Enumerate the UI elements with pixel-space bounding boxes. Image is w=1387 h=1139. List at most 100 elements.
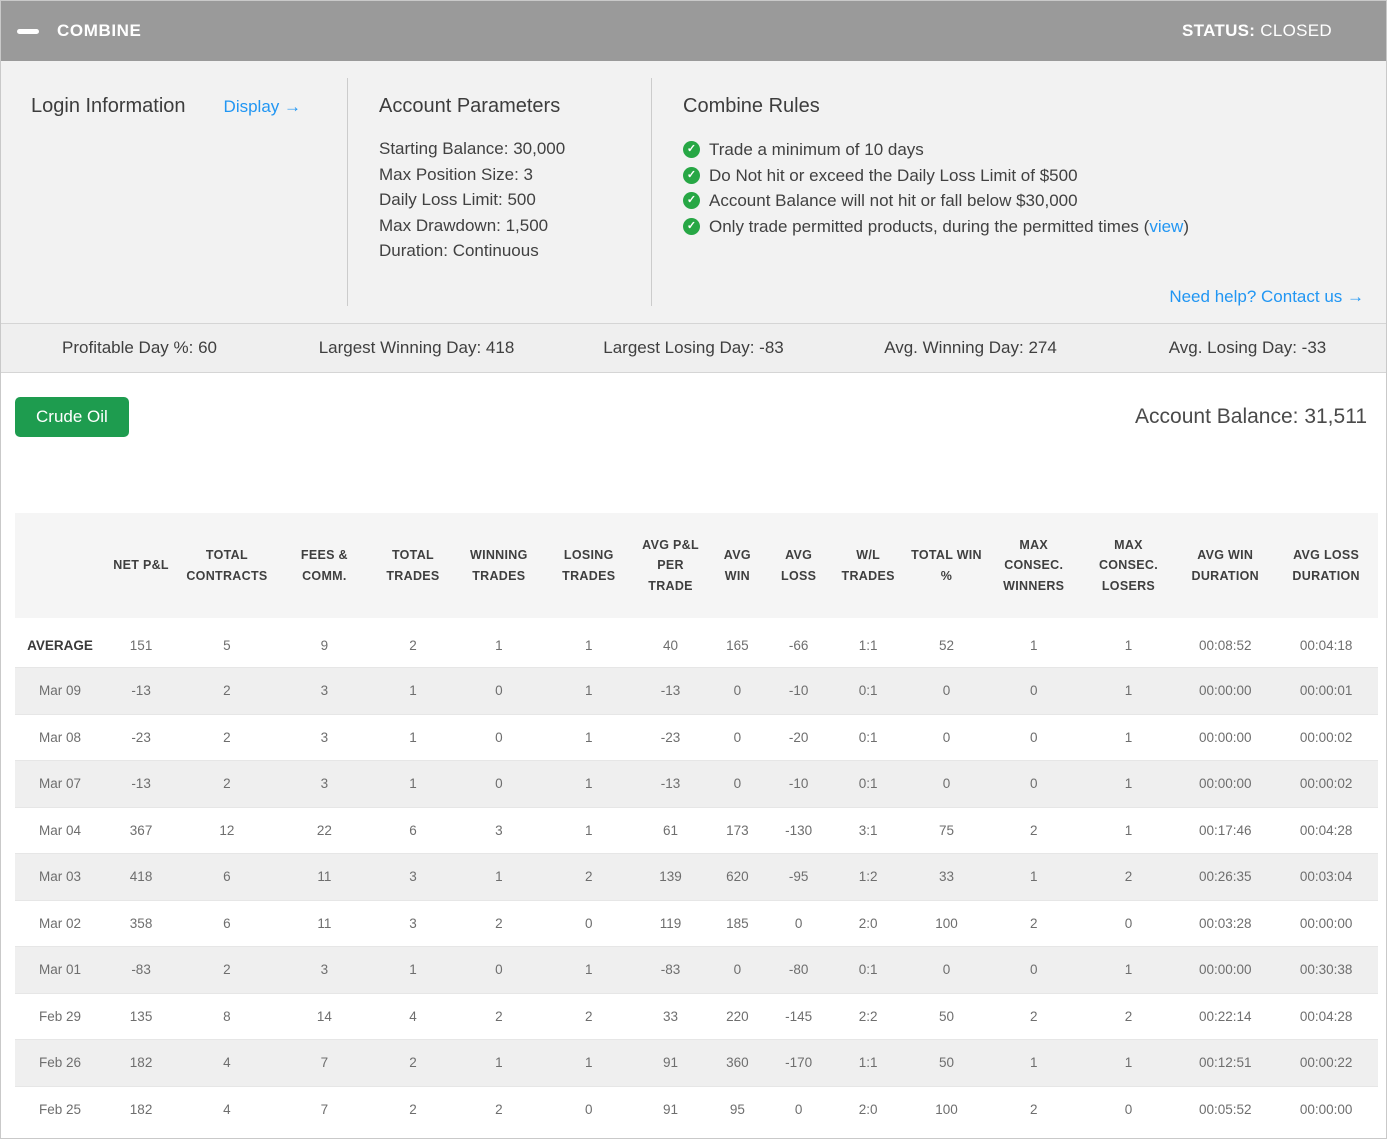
table-cell: 9: [320, 638, 329, 653]
rule-item: Trade a minimum of 10 days: [683, 137, 1386, 163]
row-label: Mar 01: [15, 946, 105, 993]
table-cell: -23: [104, 713, 178, 761]
rule-text: Do Not hit or exceed the Daily Loss Limi…: [709, 165, 1078, 185]
status-value: CLOSED: [1255, 21, 1332, 40]
column-header: AVG P&L PER TRADE: [633, 513, 708, 624]
table-cell: 151: [129, 638, 153, 653]
account-balance-value: 31,511: [1304, 405, 1367, 428]
table-cell: 14: [276, 992, 373, 1040]
column-header: W/L TRADES: [830, 513, 907, 624]
table-row: Mar 01 -83 2 3 1 0 1 -83 0 -80 0:1 0 0 1 00:00:00 00:30…: [15, 946, 1378, 993]
table-cell: 100: [906, 1085, 987, 1133]
table-cell: 00:05:52: [1176, 1085, 1275, 1133]
table-cell: 1: [585, 638, 593, 653]
table-cell: 0: [707, 760, 768, 807]
row-label-column-header: [15, 513, 105, 624]
table-cell: 50: [906, 1039, 987, 1086]
rule-text: Trade a minimum of 10 days: [709, 140, 924, 159]
table-cell: 165: [726, 638, 749, 653]
table-cell: 4: [177, 1039, 277, 1086]
table-cell: 1: [543, 946, 634, 993]
table-cell: 7: [276, 1085, 373, 1133]
table-cell: 1: [453, 1039, 544, 1086]
account-balance-label: Account Balance:: [1135, 405, 1305, 428]
table-cell: 0: [543, 1085, 634, 1133]
row-label: Mar 04: [15, 806, 105, 854]
table-cell: 8: [177, 992, 277, 1040]
table-cell: 00:00:02: [1274, 760, 1378, 807]
table-cell: 00:30:38: [1274, 946, 1378, 993]
column-header: FEES & COMM.: [276, 513, 373, 624]
table-cell: 2:0: [830, 1085, 907, 1133]
crude-oil-button[interactable]: Crude Oil: [15, 397, 129, 437]
combine-dashboard: COMBINE STATUS: CLOSED Login Information…: [0, 0, 1387, 1139]
stat-item: Avg. Winning Day: 274: [884, 338, 1057, 357]
table-cell: 2: [177, 667, 277, 714]
row-label: Feb 29: [15, 992, 105, 1040]
status-label: STATUS:: [1182, 21, 1256, 40]
table-cell: 2:0: [830, 899, 907, 947]
table-cell: -83: [104, 946, 178, 993]
table-cell: -13: [104, 760, 178, 807]
table-cell: 2: [177, 946, 277, 993]
view-link[interactable]: view: [1149, 217, 1183, 236]
table-cell: 100: [906, 899, 987, 947]
table-row: Feb 26 182 4 7 2 1 1 91 360 -170 1:1 50 1 1 00:12:51 00…: [15, 1039, 1378, 1086]
table-row: Mar 09 -13 2 3 1 0 1 -13 0 -10 0:1 0 0 1 00:00:00 00:00…: [15, 667, 1378, 714]
table-cell: 1: [1029, 638, 1038, 653]
table-cell: 2: [177, 713, 277, 761]
table-cell: 2: [986, 899, 1081, 947]
table-cell: 2: [372, 1085, 454, 1133]
collapse-icon[interactable]: [17, 28, 39, 34]
table-cell: 11: [276, 853, 373, 900]
table-cell: 3: [453, 806, 544, 854]
table-cell: 6: [177, 899, 277, 947]
table-cell: 3: [372, 899, 454, 947]
row-label: Mar 03: [15, 853, 105, 900]
display-link[interactable]: Display →: [224, 97, 301, 117]
table-cell: 0: [453, 713, 544, 761]
table-cell: 00:04:28: [1274, 992, 1378, 1040]
table-cell: 2: [453, 1085, 544, 1133]
table-cell: 0:1: [830, 760, 907, 807]
table-cell: 4: [177, 1085, 277, 1133]
table-cell: 91: [633, 1085, 708, 1133]
table-cell: 0: [767, 899, 830, 947]
table-cell: 1: [1124, 638, 1133, 653]
table-cell: 00:26:35: [1176, 853, 1275, 900]
table-cell: 220: [707, 992, 768, 1040]
table-cell: 1: [543, 806, 634, 854]
table-cell: -130: [767, 806, 830, 854]
table-cell: 1: [372, 713, 454, 761]
table-cell: 00:12:51: [1176, 1039, 1275, 1086]
table-row: Feb 25 182 4 7 2 2 0 91 95 0 2:0 100 2 0 00:05:52 00:00…: [15, 1085, 1378, 1133]
rule-text: Account Balance will not hit or fall bel…: [709, 191, 1078, 210]
table-cell: 1: [986, 1039, 1081, 1086]
column-header: WINNING TRADES: [453, 513, 544, 624]
table-cell: 119: [633, 899, 708, 947]
table-cell: 1: [1080, 713, 1177, 761]
table-row: AVERAGE 151 5 9 2 1 1 40 165 -66 1:1 52 1 1 00:08:52 00…: [15, 621, 1378, 668]
column-header: AVG WIN: [707, 513, 768, 624]
table-cell: 0: [453, 667, 544, 714]
table-cell: 00:04:28: [1274, 806, 1378, 854]
check-icon: [683, 217, 700, 235]
table-cell: 11: [276, 899, 373, 947]
table-row: Mar 04 367 12 22 6 3 1 61 173 -130 3:1 75 2 1 00:17:46…: [15, 806, 1378, 854]
parameter-line: Duration: Continuous: [379, 241, 539, 260]
contact-us-link[interactable]: Need help? Contact us →: [1169, 287, 1364, 307]
table-cell: -95: [767, 853, 830, 900]
table-cell: 1: [1080, 1039, 1177, 1086]
table-cell: 0: [707, 667, 768, 714]
table-row: Mar 07 -13 2 3 1 0 1 -13 0 -10 0:1 0 0 1 00:00:00 00:00…: [15, 760, 1378, 807]
row-label: Mar 09: [15, 667, 105, 714]
table-cell: 22: [276, 806, 373, 854]
check-icon: [683, 192, 700, 209]
table-cell: 1: [543, 760, 634, 807]
table-cell: 61: [633, 806, 708, 854]
table-cell: -13: [633, 760, 708, 807]
column-header: LOSING TRADES: [543, 513, 634, 624]
stat-item: Avg. Losing Day: -33: [1168, 338, 1327, 357]
performance-table: NET P&L TOTAL CONTRACTS FEES & COMM. TOTAL …: [15, 513, 1378, 1133]
rule-text: Only trade permitted products, during th…: [709, 216, 1189, 236]
